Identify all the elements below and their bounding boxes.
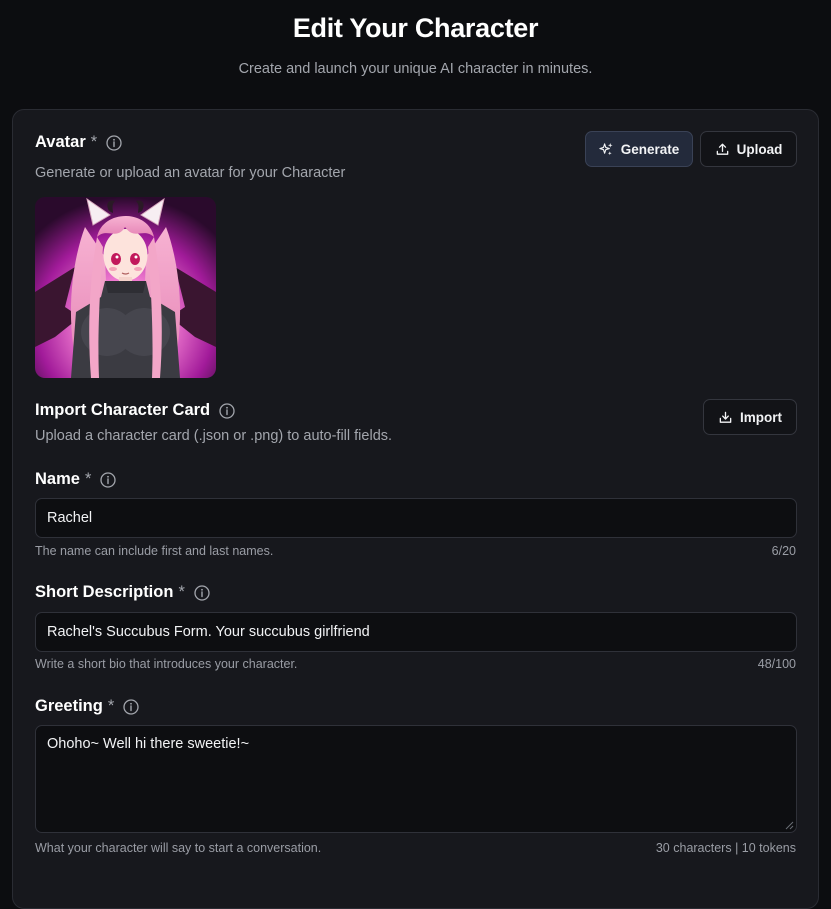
- upload-icon: [715, 142, 730, 157]
- required-mark: *: [90, 133, 98, 151]
- name-section-title: Name *: [35, 470, 117, 489]
- name-char-count: 6/20: [771, 544, 796, 558]
- info-icon[interactable]: [100, 471, 117, 488]
- required-mark: *: [178, 583, 185, 601]
- greeting-label: Greeting: [35, 697, 103, 715]
- info-icon[interactable]: [123, 698, 139, 715]
- greeting-text: Ohoho~ Well hi there sweetie!~: [47, 736, 250, 752]
- import-label: Import Character Card: [35, 401, 211, 419]
- name-label: Name: [35, 470, 80, 488]
- short-description-hint: Write a short bio that introduces your c…: [35, 657, 298, 671]
- short-description-section-title: Short Description *: [35, 583, 210, 602]
- info-icon[interactable]: [219, 402, 235, 419]
- generate-label: Generate: [620, 141, 680, 157]
- import-button-label: Import: [740, 409, 782, 425]
- avatar-description: Generate or upload an avatar for your Ch…: [35, 165, 346, 181]
- info-icon[interactable]: [194, 584, 210, 601]
- short-description-input[interactable]: Rachel's Succubus Form. Your succubus gi…: [35, 612, 797, 652]
- avatar-label: Avatar: [35, 133, 86, 151]
- short-description-label: Short Description: [35, 583, 174, 601]
- greeting-hint: What your character will say to start a …: [35, 841, 322, 855]
- info-icon[interactable]: [106, 134, 122, 151]
- greeting-textarea[interactable]: Ohoho~ Well hi there sweetie!~: [35, 725, 797, 833]
- resize-handle-icon[interactable]: [785, 821, 794, 830]
- avatar-section-title: Avatar *: [35, 133, 122, 152]
- greeting-section-title: Greeting *: [35, 697, 139, 716]
- required-mark: *: [84, 470, 92, 488]
- greeting-char-count: 30 characters | 10 tokens: [655, 841, 796, 855]
- import-button[interactable]: Import: [703, 399, 797, 435]
- generate-button[interactable]: Generate: [585, 131, 693, 167]
- name-hint: The name can include first and last name…: [35, 544, 274, 558]
- upload-label: Upload: [736, 141, 783, 157]
- name-input[interactable]: Rachel: [35, 498, 797, 538]
- required-mark: *: [107, 697, 115, 715]
- page-subtitle: Create and launch your unique AI charact…: [238, 61, 593, 77]
- import-description: Upload a character card (.json or .png) …: [35, 428, 393, 444]
- character-form-card: Avatar * Generate or upload an avatar fo…: [12, 109, 819, 909]
- avatar-image[interactable]: [35, 197, 216, 378]
- short-description-char-count: 48/100: [757, 657, 796, 671]
- sparkles-icon: [599, 142, 614, 157]
- page-title: Edit Your Character: [292, 13, 539, 43]
- import-section-title: Import Character Card: [35, 401, 235, 420]
- upload-button[interactable]: Upload: [700, 131, 797, 167]
- import-icon: [718, 410, 733, 425]
